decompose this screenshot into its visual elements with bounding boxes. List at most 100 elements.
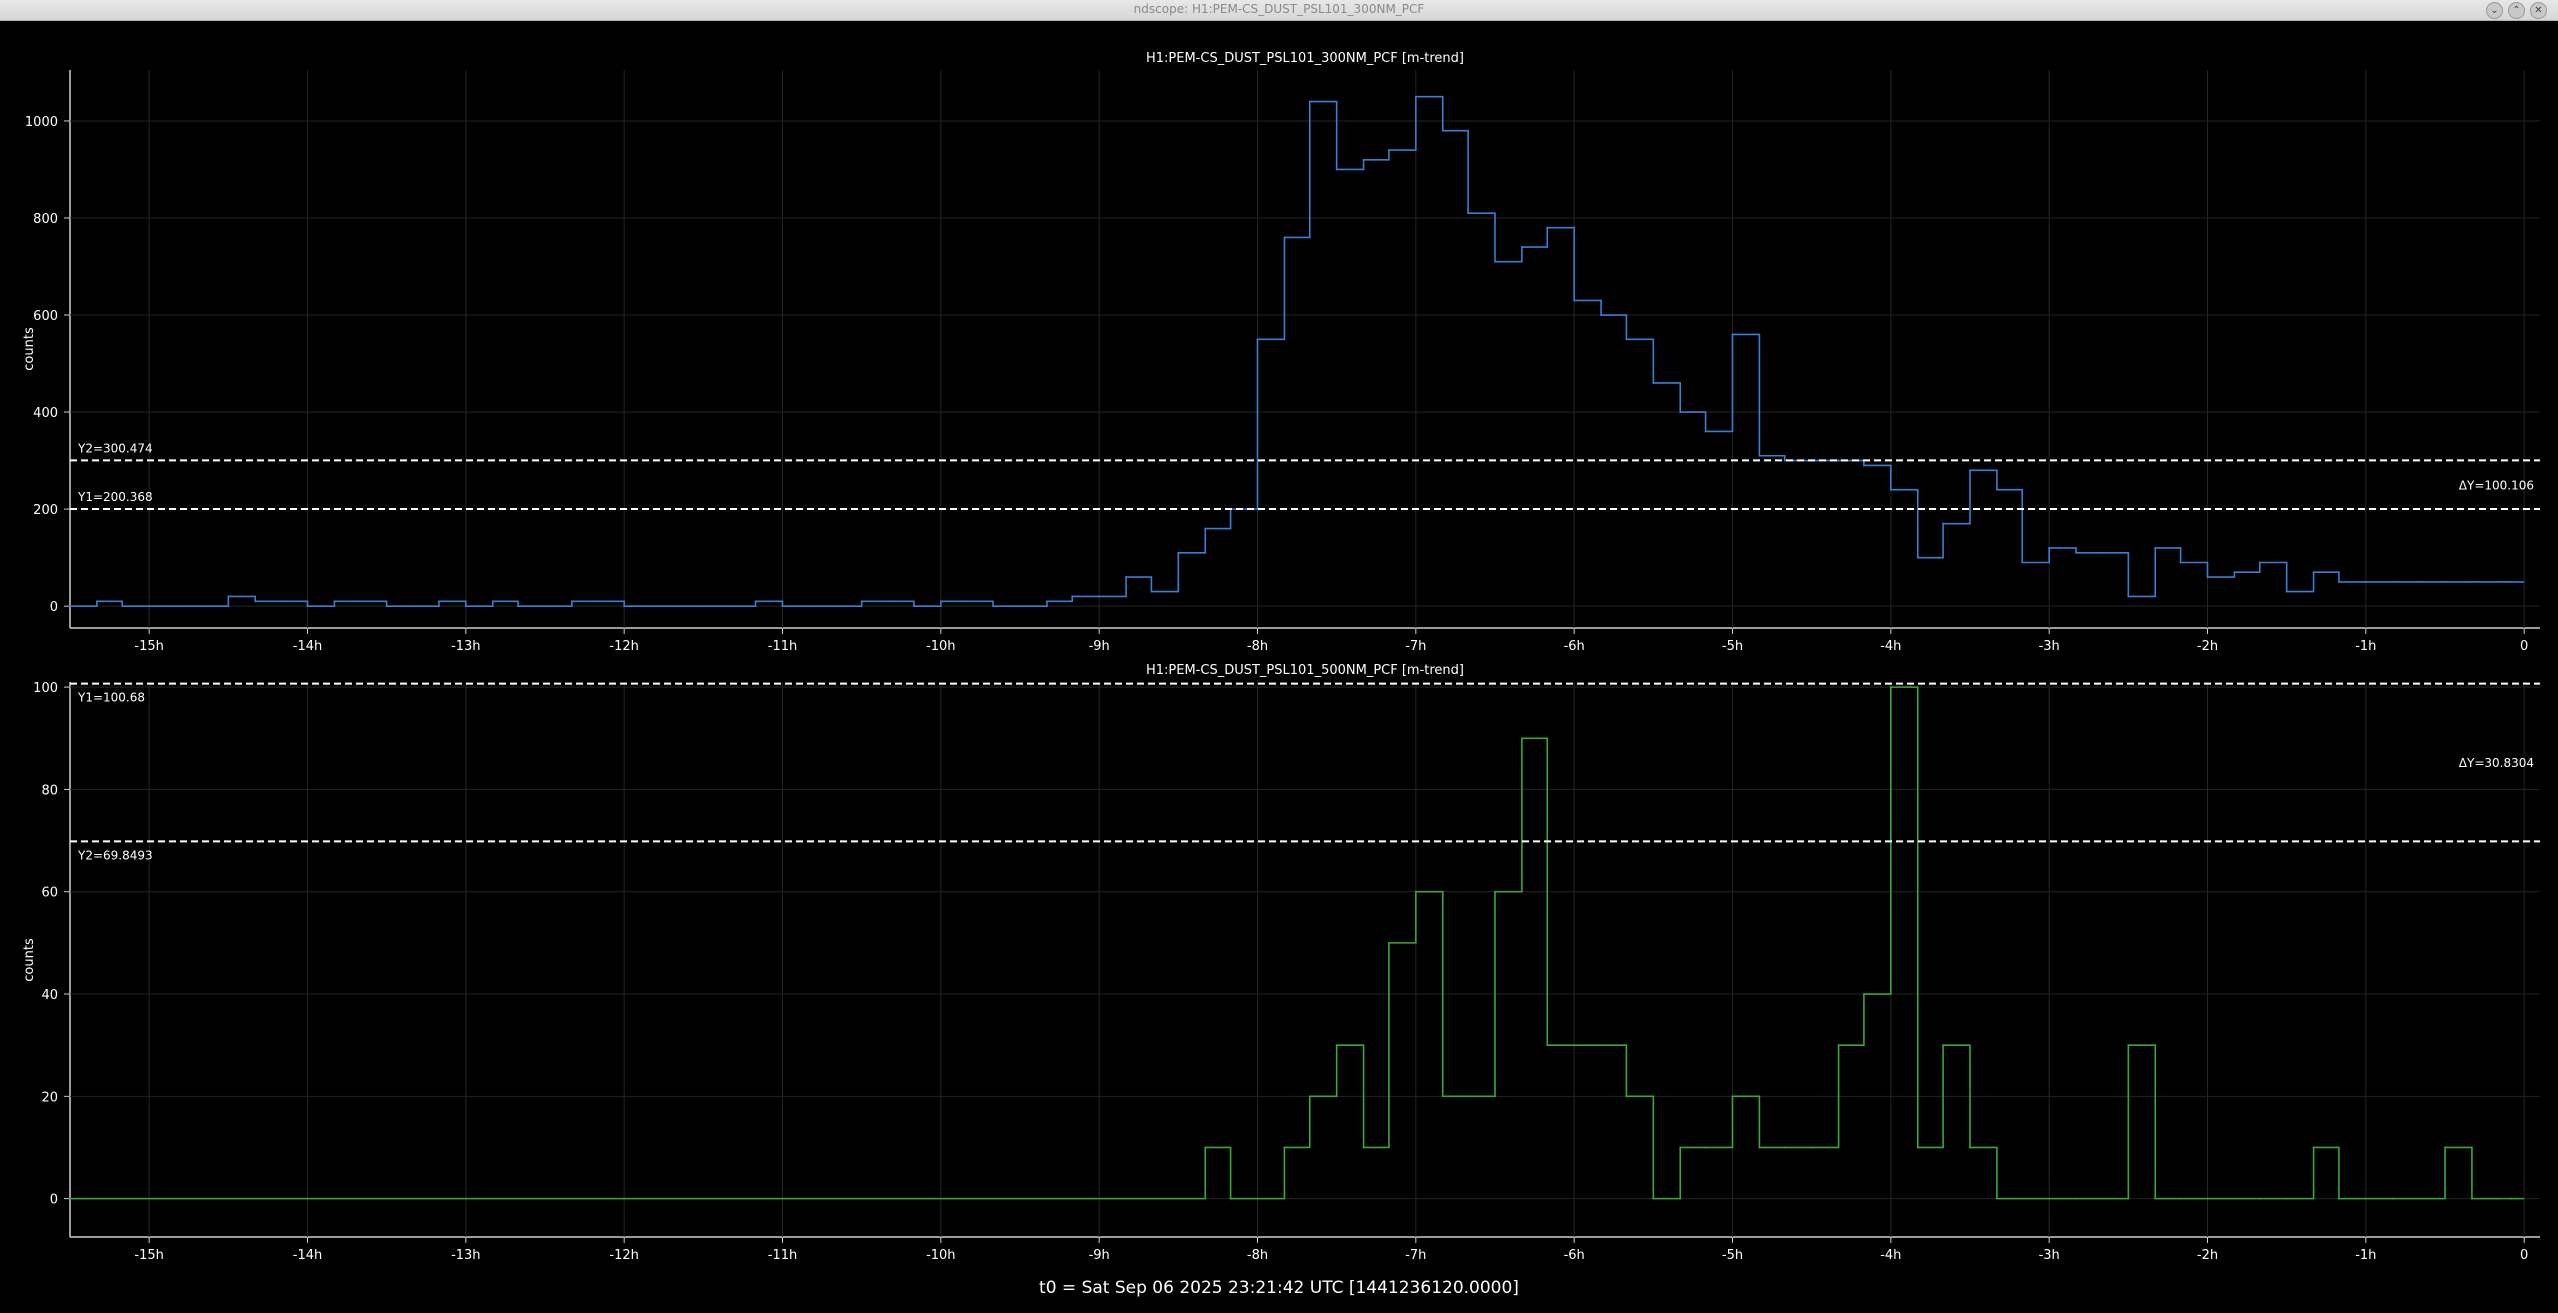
data-point xyxy=(1679,1146,1682,1149)
plot-title: H1:PEM-CS_DUST_PSL101_300NM_PCF [m-trend… xyxy=(1146,51,1464,66)
data-point xyxy=(2127,1044,2130,1047)
x-tick-label: -1h xyxy=(2355,1248,2376,1263)
data-point xyxy=(729,605,732,608)
data-point xyxy=(2075,1197,2077,1200)
data-point xyxy=(1942,1044,1944,1047)
data-point xyxy=(1837,1044,1840,1047)
data-point xyxy=(2233,1197,2236,1200)
data-point xyxy=(1019,605,1021,608)
data-point xyxy=(2471,1197,2473,1200)
data-point xyxy=(2444,581,2446,583)
data-point xyxy=(1600,314,1602,316)
data-point xyxy=(1283,236,1286,239)
data-point xyxy=(833,605,836,608)
data-point xyxy=(96,600,98,603)
data-point xyxy=(754,600,757,603)
cursor-delta-label: ΔY=100.106 xyxy=(2459,479,2534,493)
data-point xyxy=(1996,488,1998,491)
data-point xyxy=(2021,1197,2024,1200)
data-point xyxy=(675,605,678,608)
data-point xyxy=(1256,1197,1259,1200)
data-point xyxy=(2364,1197,2367,1200)
y-tick-label: 800 xyxy=(33,212,58,227)
data-point xyxy=(2471,581,2473,583)
data-point xyxy=(2496,581,2499,583)
data-point xyxy=(412,605,415,608)
data-point xyxy=(913,605,915,608)
data-point xyxy=(939,600,942,603)
data-point xyxy=(200,605,203,608)
data-point xyxy=(623,605,626,608)
data-point xyxy=(2258,1197,2261,1200)
data-point xyxy=(2127,595,2130,598)
plot-canvas[interactable]: H1:PEM-CS_DUST_PSL101_300NM_PCF [m-trend… xyxy=(0,0,2558,1313)
x-tick-label: -13h xyxy=(451,639,480,654)
cursor-y1-label: Y1=200.368 xyxy=(77,490,153,504)
data-point xyxy=(1150,590,1153,593)
data-point xyxy=(1308,100,1311,103)
data-point xyxy=(306,605,309,608)
data-point xyxy=(1204,1146,1207,1149)
x-tick-label: -4h xyxy=(1880,639,1901,654)
y-tick-label: 1000 xyxy=(25,115,58,130)
y-tick-label: 200 xyxy=(33,503,58,518)
data-point xyxy=(227,595,230,598)
data-point xyxy=(2391,581,2394,583)
data-point xyxy=(571,600,573,603)
data-point xyxy=(2312,571,2315,574)
data-point xyxy=(1362,1146,1365,1149)
data-point xyxy=(2075,551,2077,554)
x-tick-label: -6h xyxy=(1564,639,1585,654)
data-point xyxy=(1125,576,1127,578)
data-point xyxy=(148,605,151,608)
data-point xyxy=(1308,1095,1311,1098)
data-point xyxy=(2444,1146,2446,1149)
plot-1: H1:PEM-CS_DUST_PSL101_300NM_PCF [m-trend… xyxy=(22,51,2540,654)
data-point xyxy=(1441,129,1444,132)
data-point xyxy=(1810,1146,1813,1149)
data-point xyxy=(1467,212,1469,215)
y-tick-label: 20 xyxy=(41,1090,58,1105)
data-point xyxy=(2258,561,2261,564)
data-point xyxy=(1573,299,1576,302)
data-point xyxy=(1467,1095,1469,1098)
data-point xyxy=(2233,571,2236,574)
x-tick-label: -4h xyxy=(1880,1248,1901,1263)
x-tick-label: -7h xyxy=(1405,639,1426,654)
data-point xyxy=(2417,581,2419,583)
x-tick-label: -14h xyxy=(293,1248,322,1263)
plot-2: H1:PEM-CS_DUST_PSL101_500NM_PCF [m-trend… xyxy=(22,663,2540,1263)
data-point xyxy=(1704,430,1707,433)
data-point xyxy=(1362,158,1365,161)
y-axis-label: counts xyxy=(22,938,37,982)
data-point xyxy=(1600,1044,1602,1047)
data-point xyxy=(1521,246,1523,249)
data-point xyxy=(1441,1095,1444,1098)
data-point xyxy=(1229,1197,1232,1200)
x-tick-label: -11h xyxy=(768,639,797,654)
data-point xyxy=(1889,488,1892,491)
x-tick-label: -15h xyxy=(134,639,163,654)
data-point xyxy=(1204,527,1207,530)
data-point xyxy=(1388,149,1390,151)
data-point xyxy=(966,600,969,603)
x-tick-label: -1h xyxy=(2355,639,2376,654)
data-point xyxy=(1889,686,1892,689)
x-tick-label: -12h xyxy=(609,1248,638,1263)
data-point xyxy=(2206,576,2209,578)
data-point xyxy=(1783,1146,1786,1149)
x-tick-label: -7h xyxy=(1405,1248,1426,1263)
x-tick-label: -5h xyxy=(1722,1248,1743,1263)
x-tick-label: -2h xyxy=(2197,639,2218,654)
data-point xyxy=(1625,338,1628,341)
data-point xyxy=(1996,1197,1998,1200)
data-point xyxy=(1679,411,1682,413)
data-point xyxy=(2100,551,2103,554)
plot-title: H1:PEM-CS_DUST_PSL101_500NM_PCF [m-trend… xyxy=(1146,663,1464,678)
data-point xyxy=(69,605,71,608)
x-tick-label: -3h xyxy=(2039,1248,2060,1263)
x-tick-label: -3h xyxy=(2039,639,2060,654)
data-point xyxy=(1863,464,1865,467)
data-point xyxy=(2100,1197,2103,1200)
x-tick-label: -5h xyxy=(1722,639,1743,654)
